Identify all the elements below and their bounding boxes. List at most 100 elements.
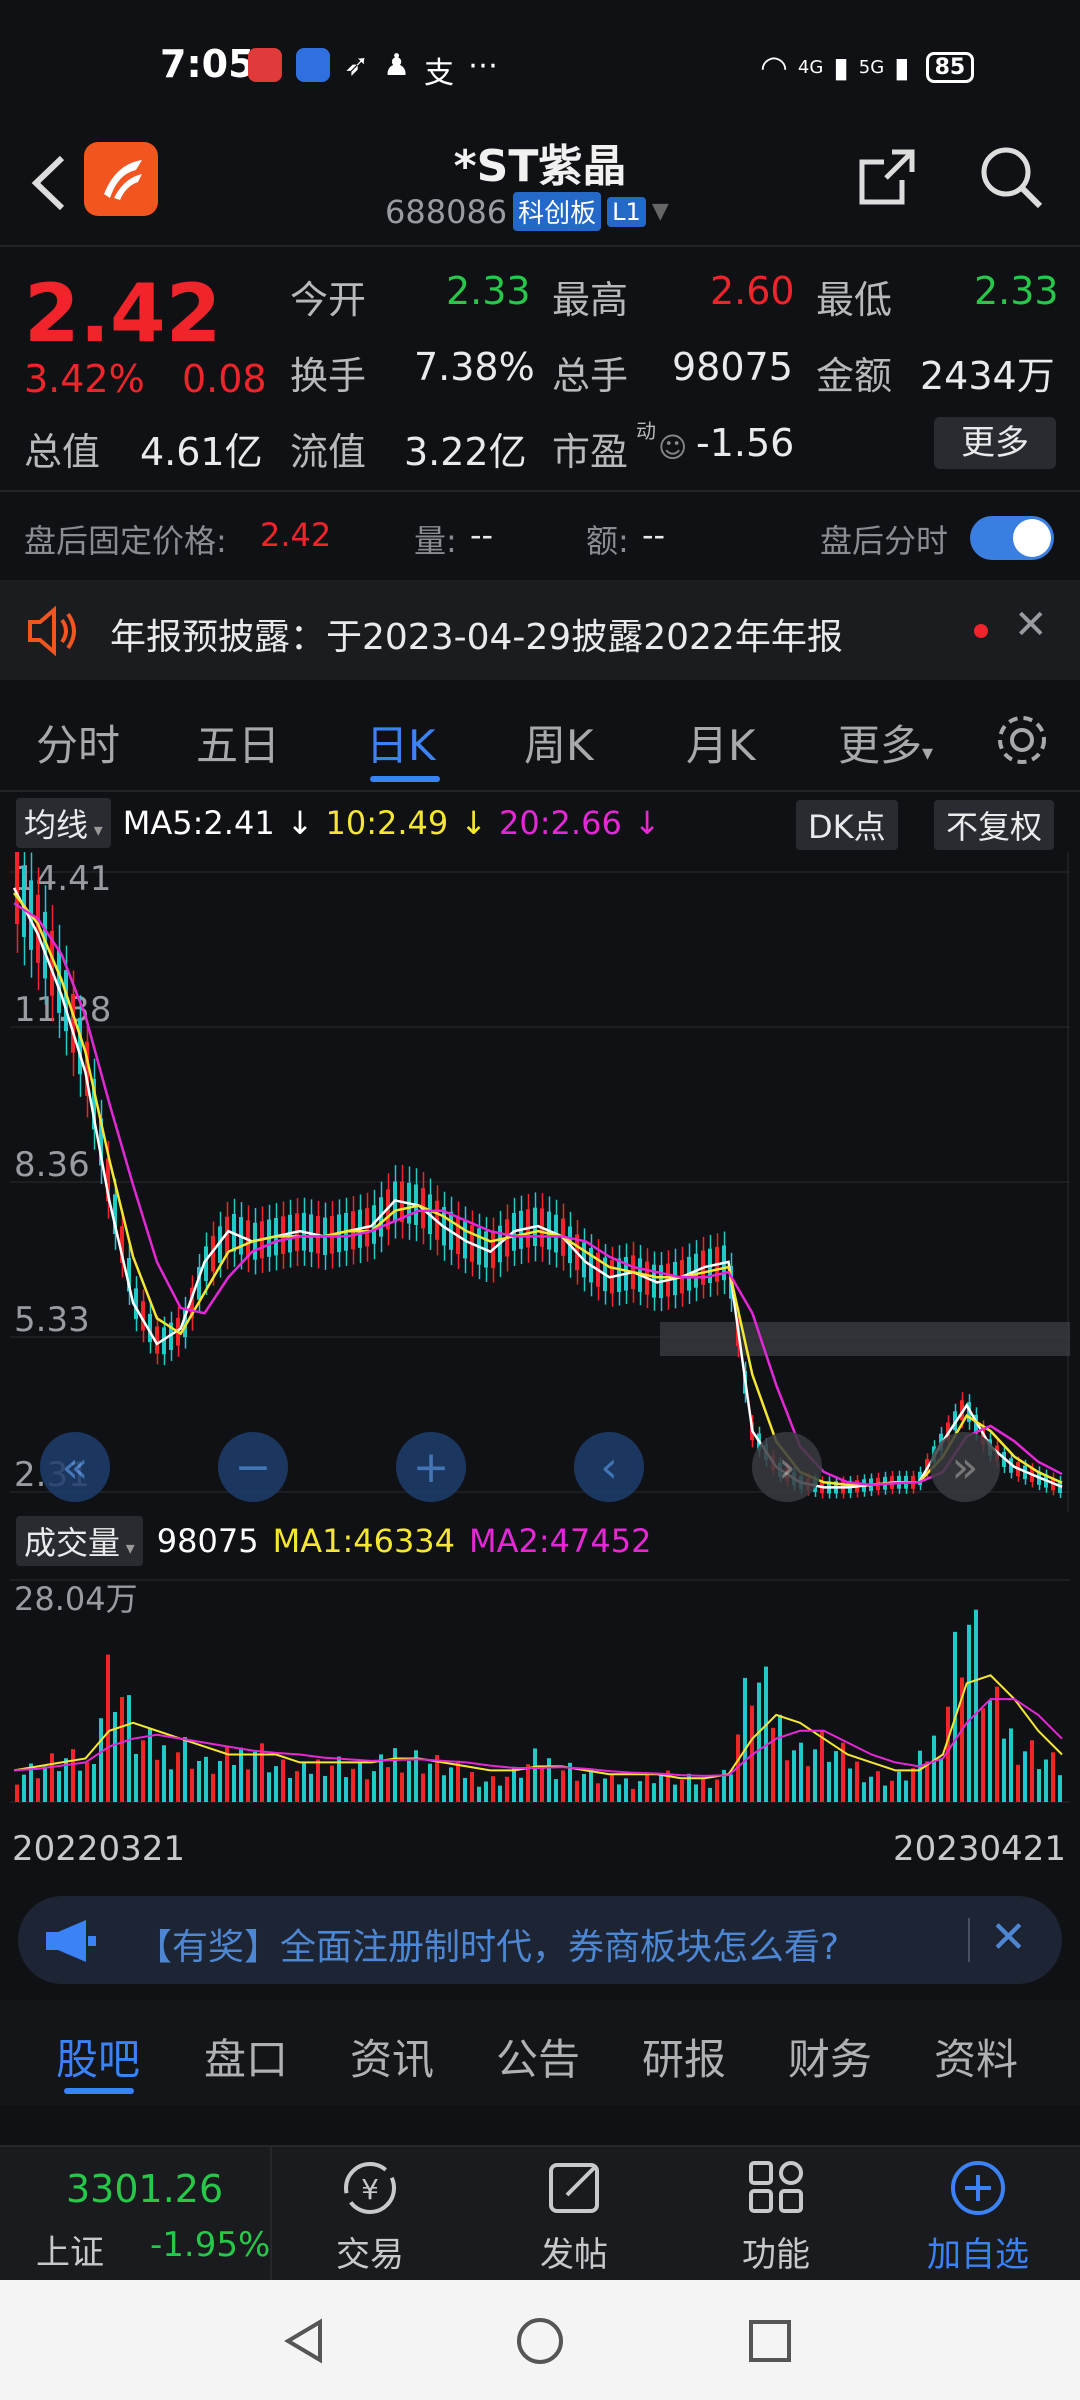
content-tabs: 股吧 盘口 资讯 公告 研报 财务 资料 (0, 2000, 1080, 2105)
candle-body (57, 950, 61, 1013)
open-label: 今开 (290, 278, 367, 322)
volume-bar (127, 1695, 131, 1802)
index-ticker[interactable]: 3301.26 上证 -1.95% (0, 2147, 272, 2282)
volume-bar (519, 1777, 523, 1802)
y-tick-label: 8.36 (14, 1145, 90, 1185)
home-circle-icon[interactable] (515, 2316, 565, 2366)
ma-line-3 (13, 902, 1063, 1487)
recents-square-icon[interactable] (745, 2316, 795, 2366)
volume-label: 总手 (552, 354, 629, 398)
add-watchlist-button[interactable]: 加自选 (908, 2157, 1048, 2276)
stock-code-row[interactable]: 688086 科创板 L1 ▼ (385, 192, 669, 231)
scroll-last-button[interactable]: » (930, 1432, 1000, 1502)
signal-bars-icon: ▮ (833, 50, 849, 84)
volume-bar (71, 1749, 75, 1802)
adjust-button[interactable]: 不复权 (934, 800, 1055, 850)
tab-more[interactable]: 更多▾ (838, 712, 933, 773)
volume-bar (939, 1758, 943, 1802)
tab-finance[interactable]: 财务 (788, 2026, 872, 2087)
post-label: 发帖 (540, 2235, 608, 2275)
notice-bar[interactable]: 年报预披露：于2023-04-29披露2022年年报 ✕ (0, 580, 1080, 680)
turnover-value: 7.38% (414, 345, 535, 389)
amount-value: 2434万 (920, 354, 1055, 398)
tab-research[interactable]: 研报 (642, 2026, 726, 2087)
low-label: 最低 (816, 278, 893, 322)
volume-chart[interactable]: 28.04万 20220321 20230421 (10, 1570, 1070, 1870)
float-label: 流值 (290, 430, 367, 474)
close-icon: ✕ (1014, 602, 1048, 648)
tab-monthly-k[interactable]: 月K (686, 712, 756, 773)
volume-bar (295, 1771, 299, 1802)
volume-bar (554, 1779, 558, 1802)
zoom-in-button[interactable]: + (396, 1432, 466, 1502)
volume-bar (799, 1742, 803, 1802)
volume-bar (848, 1768, 852, 1802)
search-button[interactable] (978, 144, 1044, 214)
post-button[interactable]: 发帖 (504, 2157, 644, 2276)
chart-settings-button[interactable] (994, 712, 1050, 772)
scroll-first-button[interactable]: « (40, 1432, 110, 1502)
volume-bar (680, 1779, 684, 1802)
close-promo-button[interactable]: ✕ (990, 1912, 1027, 1963)
volume-bar (974, 1609, 978, 1802)
tab-timeshare[interactable]: 分时 (36, 712, 120, 773)
promo-banner[interactable]: 【有奖】全面注册制时代，券商板块怎么看? ✕ (18, 1896, 1062, 1984)
volume-bar (603, 1778, 607, 1802)
back-triangle-icon[interactable] (280, 2316, 330, 2366)
tab-daily-k[interactable]: 日K (366, 712, 436, 773)
caret-down-icon: ▾ (120, 1538, 135, 1559)
volume-bar (540, 1767, 544, 1802)
more-button[interactable]: 更多 (934, 417, 1056, 469)
after-hours-toggle[interactable] (970, 516, 1054, 560)
promo-divider (968, 1918, 970, 1962)
volume-bar (57, 1771, 61, 1802)
trade-button[interactable]: ¥ 交易 (300, 2157, 440, 2276)
tab-guba[interactable]: 股吧 (56, 2026, 140, 2087)
scroll-right-button[interactable]: › (752, 1432, 822, 1502)
app-icon (296, 48, 330, 82)
index-name: 上证 (36, 2233, 104, 2273)
volume-selector[interactable]: 成交量 ▾ (16, 1516, 143, 1566)
net1-label: 4G (797, 56, 824, 78)
volume-bar (981, 1708, 985, 1802)
share-button[interactable] (856, 146, 918, 212)
tab-five-day[interactable]: 五日 (196, 712, 280, 773)
tab-pankou[interactable]: 盘口 (204, 2026, 288, 2087)
candle-body (71, 993, 75, 1053)
kline-chart[interactable]: 14.4111.388.365.332.31 (10, 852, 1070, 1512)
arrow-down-icon: ↓ (286, 804, 314, 842)
ma-line-1 (12, 887, 1063, 1489)
tab-news[interactable]: 资讯 (350, 2026, 434, 2087)
volume-bar (673, 1784, 677, 1802)
arrow-down-icon: ↓ (633, 804, 661, 842)
volume-bar (757, 1682, 761, 1802)
scroll-left-button[interactable]: ‹ (574, 1432, 644, 1502)
after-hours-vol: -- (470, 516, 494, 554)
double-chevron-right-icon: » (951, 1441, 979, 1493)
zoom-out-button[interactable]: − (218, 1432, 288, 1502)
ma10-value: 10:2.49 (325, 804, 449, 842)
net2-label: 5G (858, 56, 885, 78)
volume-bar (477, 1786, 481, 1802)
close-notice-button[interactable]: ✕ (1014, 602, 1048, 648)
info-icon[interactable]: ☺ (658, 431, 687, 464)
ma-selector[interactable]: 均线 ▾ (16, 798, 111, 848)
active-tab-underline (64, 2088, 134, 2094)
volume-bar (267, 1772, 271, 1802)
tab-weekly-k[interactable]: 周K (524, 712, 594, 773)
volume-bar (988, 1700, 992, 1802)
trade-icon: ¥ (344, 2162, 396, 2214)
volume-bar (918, 1750, 922, 1802)
change-amount: 0.08 (182, 357, 267, 401)
dk-point-button[interactable]: DK点 (796, 800, 898, 850)
volume-bar (890, 1780, 894, 1802)
volume-bar (484, 1781, 488, 1802)
open-value: 2.33 (446, 269, 531, 313)
speaker-icon (28, 606, 76, 656)
volume-bar (302, 1762, 306, 1802)
high-value: 2.60 (710, 269, 795, 313)
tab-announcements[interactable]: 公告 (496, 2026, 580, 2087)
tab-profile[interactable]: 资料 (934, 2026, 1018, 2087)
volume-bar (358, 1761, 362, 1802)
function-button[interactable]: 功能 (706, 2157, 846, 2276)
